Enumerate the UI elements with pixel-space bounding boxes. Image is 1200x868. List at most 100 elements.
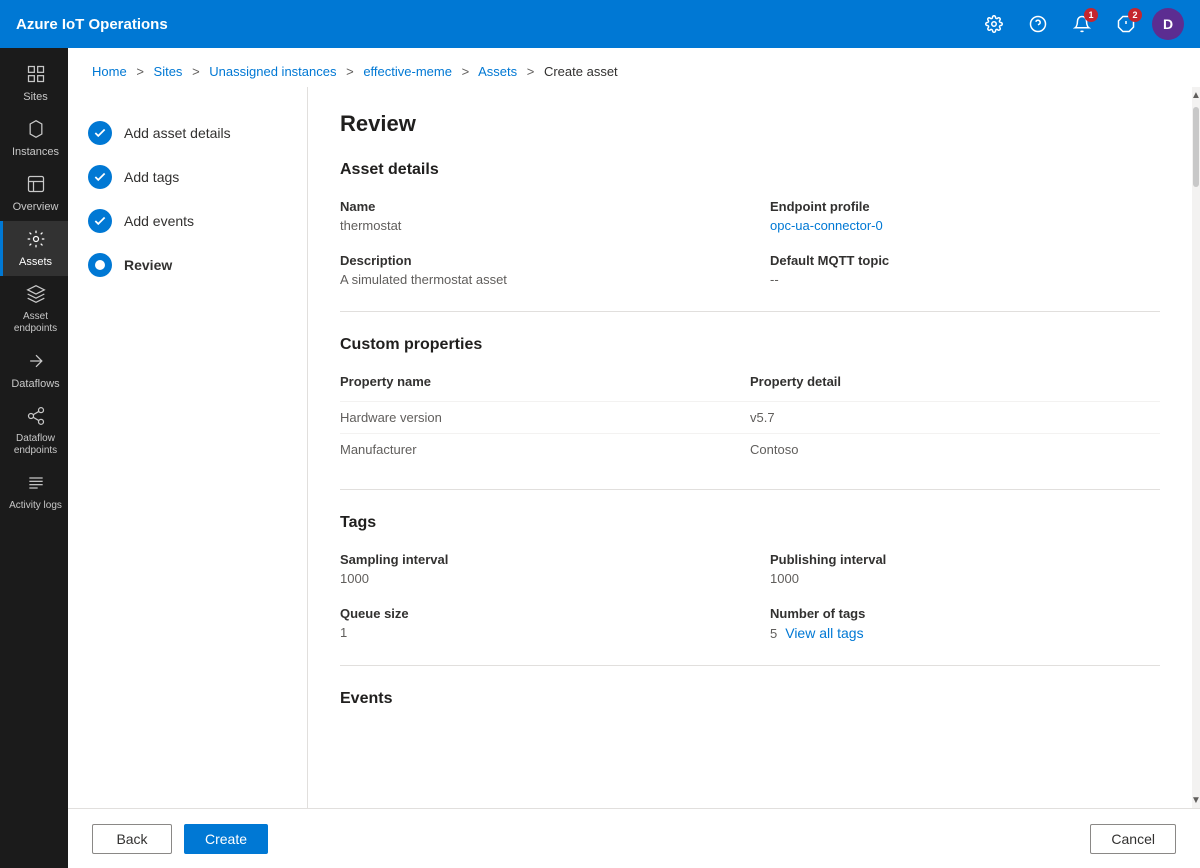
number-of-tags-value: 5	[770, 626, 777, 641]
sites-icon	[26, 64, 46, 87]
sidebar-item-dataflow-endpoints[interactable]: Dataflow endpoints	[0, 398, 68, 465]
review-title: Review	[340, 111, 1160, 137]
settings-button[interactable]	[976, 6, 1012, 42]
description-detail: Description A simulated thermostat asset	[340, 253, 730, 287]
sidebar-label-dataflow-endpoints: Dataflow endpoints	[7, 433, 64, 457]
mqtt-topic-value: --	[770, 272, 1160, 287]
sampling-interval-label: Sampling interval	[340, 552, 730, 567]
sidebar-item-overview[interactable]: Overview	[0, 166, 68, 221]
dataflows-icon	[26, 351, 46, 374]
steps-panel: Add asset details Add tags Add events	[68, 87, 308, 808]
create-button[interactable]: Create	[184, 824, 268, 854]
asset-details-grid: Name thermostat Endpoint profile opc-ua-…	[340, 199, 1160, 287]
tags-grid: Sampling interval 1000 Publishing interv…	[340, 552, 1160, 641]
cancel-button[interactable]: Cancel	[1090, 824, 1176, 854]
scrollbar[interactable]: ▲ ▼	[1192, 87, 1200, 808]
publishing-interval-detail: Publishing interval 1000	[770, 552, 1160, 586]
breadcrumb-home[interactable]: Home	[92, 64, 127, 79]
asset-details-section-title: Asset details	[340, 161, 1160, 179]
queue-size-label: Queue size	[340, 606, 730, 621]
breadcrumb-unassigned-instances[interactable]: Unassigned instances	[209, 64, 336, 79]
endpoint-profile-detail: Endpoint profile opc-ua-connector-0	[770, 199, 1160, 233]
mqtt-topic-detail: Default MQTT topic --	[770, 253, 1160, 287]
publishing-interval-label: Publishing interval	[770, 552, 1160, 567]
overview-icon	[26, 174, 46, 197]
step-circle-2	[88, 165, 112, 189]
sidebar-label-instances: Instances	[12, 146, 59, 158]
step-circle-3	[88, 209, 112, 233]
sidebar-item-asset-endpoints[interactable]: Asset endpoints	[0, 276, 68, 343]
sidebar-label-activity-logs: Activity logs	[9, 500, 62, 512]
divider-2	[340, 489, 1160, 490]
sidebar-item-activity-logs[interactable]: Activity logs	[0, 465, 68, 520]
content-area: Home > Sites > Unassigned instances > ef…	[68, 48, 1200, 868]
step-add-asset-details[interactable]: Add asset details	[88, 111, 287, 155]
sidebar-label-sites: Sites	[23, 91, 47, 103]
step-circle-4	[88, 253, 112, 277]
divider-3	[340, 665, 1160, 666]
sidebar-item-instances[interactable]: Instances	[0, 111, 68, 166]
sampling-interval-value: 1000	[340, 571, 730, 586]
sidebar-label-overview: Overview	[13, 201, 59, 213]
sidebar-item-assets[interactable]: Assets	[0, 221, 68, 276]
step-review[interactable]: Review	[88, 243, 287, 287]
sampling-interval-detail: Sampling interval 1000	[340, 552, 730, 586]
breadcrumb-effective-meme[interactable]: effective-meme	[363, 64, 452, 79]
asset-endpoints-icon	[26, 284, 46, 307]
nav-icons: 1 2 D	[976, 6, 1184, 42]
events-section-title: Events	[340, 690, 1160, 708]
settings-icon	[985, 15, 1003, 33]
queue-size-detail: Queue size 1	[340, 606, 730, 641]
endpoint-profile-label: Endpoint profile	[770, 199, 1160, 214]
step-circle-1	[88, 121, 112, 145]
breadcrumb-assets[interactable]: Assets	[478, 64, 517, 79]
tags-section-title: Tags	[340, 514, 1160, 532]
step-label-2: Add tags	[124, 169, 179, 185]
dataflow-endpoints-icon	[26, 406, 46, 429]
number-of-tags-detail: Number of tags 5 View all tags	[770, 606, 1160, 641]
app-title: Azure IoT Operations	[16, 16, 976, 33]
sidebar-item-sites[interactable]: Sites	[0, 56, 68, 111]
breadcrumb-current: Create asset	[544, 64, 618, 79]
breadcrumb-sites[interactable]: Sites	[154, 64, 183, 79]
help-button[interactable]	[1020, 6, 1056, 42]
step-label-1: Add asset details	[124, 125, 231, 141]
sidebar-label-asset-endpoints: Asset endpoints	[7, 311, 64, 335]
avatar[interactable]: D	[1152, 8, 1184, 40]
bottom-bar: Back Create Cancel	[68, 808, 1200, 868]
step-label-4: Review	[124, 257, 172, 273]
breadcrumb: Home > Sites > Unassigned instances > ef…	[68, 48, 1200, 87]
step-add-events[interactable]: Add events	[88, 199, 287, 243]
manufacturer-name: Manufacturer	[340, 433, 750, 465]
help-icon	[1029, 15, 1047, 33]
description-label: Description	[340, 253, 730, 268]
name-detail: Name thermostat	[340, 199, 730, 233]
hardware-version-value: v5.7	[750, 401, 1160, 433]
sidebar-label-assets: Assets	[19, 256, 52, 268]
sidebar: Sites Instances Overview Assets Asset en…	[0, 48, 68, 868]
step-label-3: Add events	[124, 213, 194, 229]
custom-props-section-title: Custom properties	[340, 336, 1160, 354]
mqtt-topic-label: Default MQTT topic	[770, 253, 1160, 268]
notification1-button[interactable]: 1	[1064, 6, 1100, 42]
queue-size-value: 1	[340, 625, 730, 640]
notification2-badge: 2	[1128, 8, 1142, 22]
name-value: thermostat	[340, 218, 730, 233]
number-of-tags-row: 5 View all tags	[770, 625, 1160, 641]
step-add-tags[interactable]: Add tags	[88, 155, 287, 199]
name-label: Name	[340, 199, 730, 214]
scroll-up-arrow[interactable]: ▲	[1192, 87, 1200, 103]
notification1-badge: 1	[1084, 8, 1098, 22]
sidebar-item-dataflows[interactable]: Dataflows	[0, 343, 68, 398]
property-detail-col-header: Property detail	[750, 374, 1160, 401]
scroll-thumb[interactable]	[1193, 107, 1199, 187]
scroll-down-arrow[interactable]: ▼	[1192, 792, 1200, 808]
back-button[interactable]: Back	[92, 824, 172, 854]
hardware-version-name: Hardware version	[340, 401, 750, 433]
notification2-button[interactable]: 2	[1108, 6, 1144, 42]
top-nav: Azure IoT Operations 1 2 D	[0, 0, 1200, 48]
activity-logs-icon	[26, 473, 46, 496]
divider-1	[340, 311, 1160, 312]
description-value: A simulated thermostat asset	[340, 272, 730, 287]
view-all-tags-link[interactable]: View all tags	[785, 625, 863, 641]
